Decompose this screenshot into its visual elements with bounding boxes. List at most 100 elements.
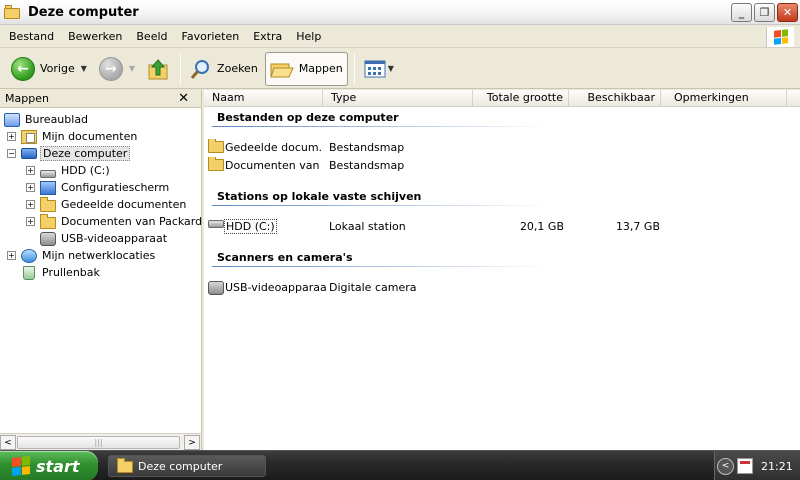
back-label: Vorige (40, 62, 75, 75)
horizontal-scrollbar[interactable]: < ||| > (0, 433, 201, 450)
tree-item-deze-computer[interactable]: − Deze computer (0, 145, 201, 162)
task-label: Deze computer (138, 459, 223, 473)
toolbar: ← Vorige ▼ → ▼ Zoeken Mappen ▼ (0, 49, 800, 89)
title-bar[interactable]: Deze computer _ ❐ ✕ (0, 0, 800, 25)
expand-icon[interactable]: + (26, 217, 35, 226)
tree-item-label: USB-videoapparaat (61, 232, 168, 245)
start-button[interactable]: start (0, 451, 98, 480)
menu-favorieten[interactable]: Favorieten (175, 30, 247, 43)
scroll-thumb[interactable]: ||| (17, 436, 180, 449)
tree-item-label: HDD (C:) (61, 164, 110, 177)
column-name[interactable]: Naam (204, 90, 323, 107)
column-type[interactable]: Type (323, 90, 473, 107)
tree-item-label: Gedeelde documenten (61, 198, 187, 211)
folder-tree: Bureaublad + Mijn documenten − Deze comp… (0, 108, 223, 281)
back-button[interactable]: ← Vorige ▼ (6, 52, 92, 86)
window-title: Deze computer (28, 4, 139, 20)
folder-icon (40, 213, 56, 229)
tree-item-bureaublad[interactable]: Bureaublad (0, 111, 201, 128)
list-item[interactable]: Documenten van ... Bestandsmap (208, 157, 798, 174)
scroll-right-button[interactable]: > (184, 435, 200, 450)
back-arrow-icon: ← (11, 56, 35, 81)
views-icon (364, 60, 386, 77)
expand-icon[interactable]: + (26, 200, 35, 209)
tree-item-prullenbak[interactable]: Prullenbak (0, 264, 201, 281)
hard-drive-icon (208, 220, 224, 228)
camera-icon (40, 231, 56, 246)
chevron-down-icon[interactable]: ▼ (81, 64, 87, 73)
taskbar-button-deze-computer[interactable]: Deze computer (108, 455, 266, 477)
search-button[interactable]: Zoeken (185, 52, 263, 86)
show-hidden-icons-button[interactable]: < (717, 457, 734, 475)
menu-beeld[interactable]: Beeld (129, 30, 174, 43)
menu-bar: Bestand Bewerken Beeld Favorieten Extra … (0, 26, 800, 48)
column-comments[interactable]: Opmerkingen (661, 90, 787, 107)
search-icon (190, 59, 210, 79)
collapse-icon[interactable]: − (7, 149, 16, 158)
minimize-button[interactable]: _ (731, 3, 752, 22)
close-pane-icon[interactable]: ✕ (178, 91, 189, 106)
menu-bewerken[interactable]: Bewerken (61, 30, 129, 43)
up-folder-icon (148, 58, 168, 79)
item-type: Bestandsmap (329, 159, 405, 172)
item-name: USB-videoapparaat (225, 281, 326, 294)
start-label: start (36, 456, 80, 476)
views-button[interactable]: ▼ (359, 52, 399, 86)
menu-bestand[interactable]: Bestand (0, 30, 61, 43)
list-item[interactable]: USB-videoapparaat Digitale camera (208, 279, 798, 296)
expand-icon[interactable]: + (7, 132, 16, 141)
close-button[interactable]: ✕ (777, 3, 798, 22)
tray-app-icon[interactable] (737, 458, 753, 474)
column-total-size[interactable]: Totale grootte (473, 90, 569, 107)
clock[interactable]: 21:21 (761, 460, 793, 473)
tree-item-hdd[interactable]: + HDD (C:) (0, 162, 201, 179)
tree-item-documenten-packard-bell[interactable]: + Documenten van Packard Bel (0, 213, 223, 230)
item-free-space: 13,7 GB (615, 220, 660, 233)
folders-pane-title: Mappen (5, 92, 49, 105)
forward-button[interactable]: → ▼ (94, 52, 140, 86)
chevron-down-icon[interactable]: ▼ (129, 64, 135, 73)
menu-extra[interactable]: Extra (246, 30, 289, 43)
chevron-down-icon[interactable]: ▼ (388, 64, 394, 73)
item-name: Gedeelde docum... (225, 141, 323, 154)
windows-logo-icon (766, 27, 794, 47)
maximize-button[interactable]: ❐ (754, 3, 775, 22)
system-tray: < 21:21 (714, 451, 800, 480)
folders-label: Mappen (298, 62, 343, 75)
toolbar-separator (353, 53, 355, 84)
folder-icon (4, 5, 22, 19)
network-icon (21, 248, 37, 263)
hard-drive-icon (40, 169, 56, 178)
tree-item-mijn-documenten[interactable]: + Mijn documenten (0, 128, 201, 145)
control-panel-icon (40, 180, 56, 195)
taskbar: start Deze computer < 21:21 (0, 450, 800, 480)
forward-arrow-icon: → (98, 56, 123, 81)
scroll-left-button[interactable]: < (0, 435, 16, 450)
group-title: Scanners en camera's (217, 251, 353, 264)
menu-help[interactable]: Help (289, 30, 328, 43)
search-label: Zoeken (217, 62, 258, 75)
tree-item-label: Documenten van Packard Bel (61, 215, 223, 228)
column-free-space[interactable]: Beschikbaar (569, 90, 661, 107)
tree-item-configuratiescherm[interactable]: + Configuratiescherm (0, 179, 201, 196)
tree-item-mijn-netwerklocaties[interactable]: + Mijn netwerklocaties (0, 247, 201, 264)
expand-icon[interactable]: + (26, 183, 35, 192)
windows-logo-icon (12, 456, 30, 476)
folders-button[interactable]: Mappen (264, 51, 348, 86)
folder-icon (208, 139, 224, 153)
item-name: HDD (C:) (224, 219, 277, 234)
list-item[interactable]: Gedeelde docum... Bestandsmap (208, 139, 798, 156)
group-title: Stations op lokale vaste schijven (217, 190, 422, 203)
list-item[interactable]: HDD (C:) Lokaal station 20,1 GB 13,7 GB (208, 218, 798, 235)
tree-item-label: Mijn documenten (42, 130, 138, 143)
group-divider (212, 266, 552, 267)
folders-icon (270, 63, 294, 77)
expand-icon[interactable]: + (26, 166, 35, 175)
tree-item-label: Bureaublad (25, 113, 89, 126)
tree-item-usb-videoapparaat[interactable]: USB-videoapparaat (0, 230, 201, 247)
folder-icon (117, 458, 133, 473)
expand-icon[interactable]: + (7, 251, 16, 260)
contents-pane: Naam Type Totale grootte Beschikbaar Opm… (204, 90, 800, 450)
up-button[interactable] (142, 52, 174, 86)
tree-item-gedeelde-documenten[interactable]: + Gedeelde documenten (0, 196, 201, 213)
